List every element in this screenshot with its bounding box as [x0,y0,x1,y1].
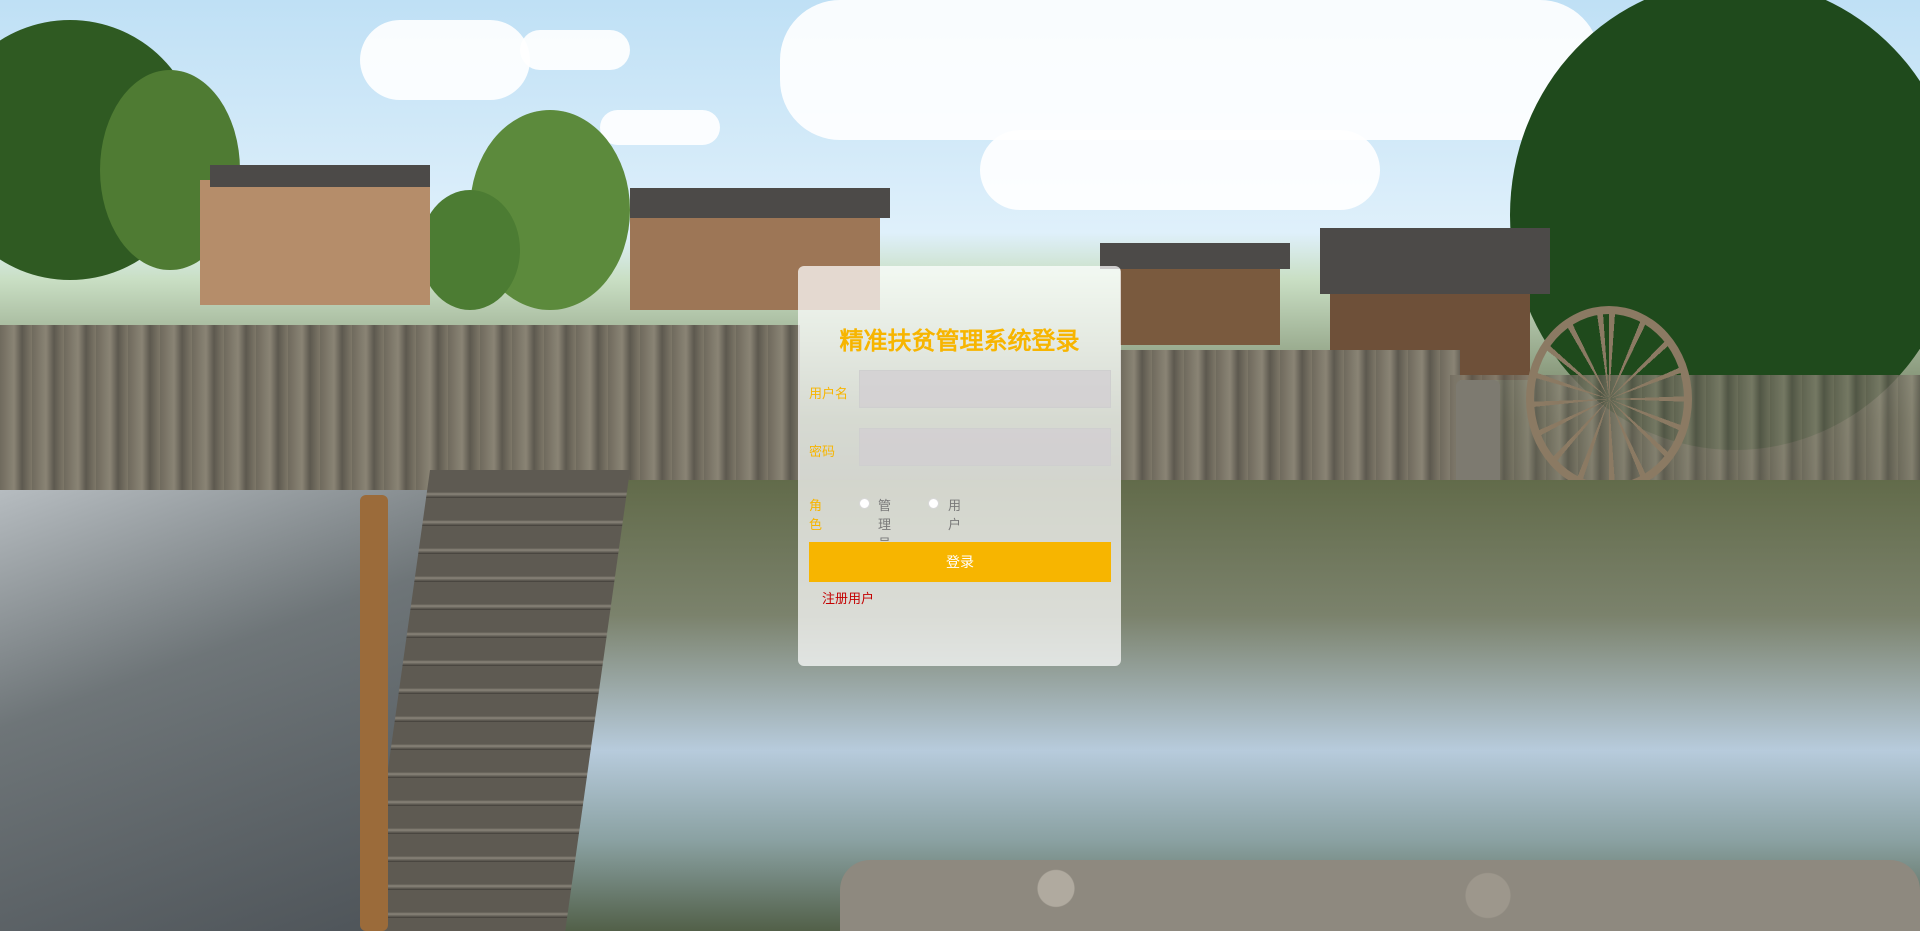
cloud [980,130,1380,210]
cloud [600,110,720,145]
username-input[interactable] [859,370,1111,408]
cloud [360,20,530,100]
login-title: 精准扶贫管理系统登录 [839,327,1080,355]
tree [420,190,520,310]
wheel-pillar [1456,380,1500,490]
cloud [780,0,1600,140]
rope-post [360,495,388,931]
water-wheel [1526,306,1692,492]
stone-wall [0,325,800,495]
house [1120,265,1280,345]
riverbank-rocks [840,860,1920,931]
roof [1320,228,1550,294]
role-admin-radio[interactable] [859,498,870,509]
role-user-radio[interactable] [928,498,939,509]
role-label: 角色 [809,499,823,533]
password-input[interactable] [859,428,1111,466]
roof [630,188,890,218]
cloud [520,30,630,70]
roof [1100,243,1290,269]
login-panel: 精准扶贫管理系统登录 用户名 密码 角色 管理员 用户 登录 注册用户 [798,266,1121,666]
role-user-label[interactable]: 用户 [948,495,961,533]
roof [210,165,430,187]
house [200,180,430,305]
password-label: 密码 [809,445,836,460]
username-label: 用户名 [809,387,849,402]
stone-wall [1120,350,1460,480]
register-link[interactable]: 注册用户 [822,588,874,607]
login-button[interactable]: 登录 [809,542,1111,582]
